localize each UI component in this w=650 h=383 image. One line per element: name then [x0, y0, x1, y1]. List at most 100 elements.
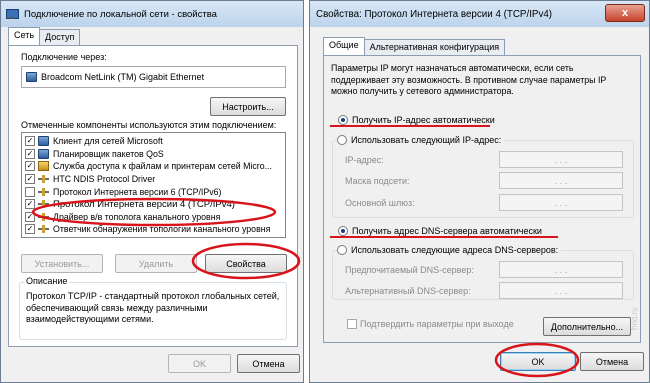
ip-address-input[interactable]: . . .: [499, 151, 623, 168]
alternate-dns-label: Альтернативный DNS-сервер:: [345, 286, 471, 296]
component-row[interactable]: ✓ Служба доступа к файлам и принтерам се…: [22, 160, 285, 173]
tab-network[interactable]: Сеть: [8, 27, 41, 45]
component-label: Планировщик пакетов QoS: [53, 148, 164, 159]
ipv4-properties-window: Свойства: Протокол Интернета версии 4 (T…: [309, 0, 650, 383]
validate-label: Подтвердить параметры при выходе: [360, 319, 514, 329]
dns-manual-label: Использовать следующие адреса DNS-сервер…: [351, 245, 559, 255]
description-group: Описание Протокол TCP/IP - стандартный п…: [19, 276, 287, 340]
component-checkbox[interactable]: [25, 186, 35, 197]
component-row[interactable]: ✓ Клиент для сетей Microsoft: [22, 135, 285, 148]
ip-auto-radio[interactable]: Получить IP-адрес автоматически: [338, 115, 495, 125]
components-label: Отмеченные компоненты используются этим …: [21, 120, 277, 130]
component-label: Протокол Интернета версии 4 (TCP/IPv4): [53, 198, 235, 210]
adapter-field: Broadcom NetLink (TM) Gigabit Ethernet: [21, 66, 286, 88]
tab-sharing[interactable]: Доступ: [39, 29, 81, 45]
lan-properties-titlebar[interactable]: Подключение по локальной сети - свойства: [1, 1, 303, 27]
validate-checkbox[interactable]: [347, 319, 357, 329]
ip-manual-label: Использовать следующий IP-адрес:: [351, 135, 502, 145]
validate-checkbox-row[interactable]: Подтвердить параметры при выходе: [347, 319, 514, 329]
component-checkbox[interactable]: ✓: [25, 224, 35, 235]
tab-general[interactable]: Общие: [323, 37, 365, 55]
radio-selected-icon: [338, 226, 348, 236]
lan-tabs: Сеть Доступ: [8, 27, 81, 45]
component-checkbox[interactable]: ✓: [25, 148, 35, 159]
network-client-icon: [38, 136, 49, 147]
component-row[interactable]: Протокол Интернета версии 6 (TCP/IPv6): [22, 185, 285, 198]
component-label: Протокол Интернета версии 6 (TCP/IPv6): [53, 186, 222, 197]
protocol-icon: [38, 212, 49, 222]
protocol-icon: [38, 187, 49, 197]
component-row[interactable]: ✓ Планировщик пакетов QoS: [22, 148, 285, 161]
dns-manual-radio[interactable]: Использовать следующие адреса DNS-сервер…: [337, 245, 562, 255]
component-label: HTC NDIS Protocol Driver: [53, 174, 156, 185]
component-row-ipv4[interactable]: ✓ Протокол Интернета версии 4 (TCP/IPv4): [22, 198, 285, 211]
dns-auto-label: Получить адрес DNS-сервера автоматически: [352, 226, 542, 236]
subnet-label: Маска подсети:: [345, 176, 410, 186]
lan-properties-window: Подключение по локальной сети - свойства…: [0, 0, 304, 383]
manual-ip-group: Использовать следующий IP-адрес: IP-адре…: [332, 135, 634, 218]
cancel-button[interactable]: Отмена: [237, 354, 300, 373]
lan-properties-title: Подключение по локальной сети - свойства: [24, 8, 217, 20]
component-label: Драйвер в/в тополога канального уровня: [53, 211, 221, 222]
cancel-button[interactable]: Отмена: [580, 352, 644, 371]
radio-unselected-icon: [337, 135, 347, 145]
ipv4-tabs: Общие Альтернативная конфигурация: [323, 37, 506, 55]
description-title: Описание: [24, 276, 70, 286]
preferred-dns-label: Предпочитаемый DNS-сервер:: [345, 265, 474, 275]
ip-address-label: IP-адрес:: [345, 155, 384, 165]
description-text: Протокол TCP/IP - стандартный протокол г…: [26, 291, 280, 324]
close-icon[interactable]: x: [605, 4, 645, 22]
preferred-dns-input[interactable]: . . .: [499, 261, 623, 278]
gateway-label: Основной шлюз:: [345, 198, 415, 208]
component-label: Клиент для сетей Microsoft: [53, 136, 163, 147]
component-row[interactable]: ✓ HTC NDIS Protocol Driver: [22, 173, 285, 186]
radio-unselected-icon: [337, 245, 347, 255]
adapter-name: Broadcom NetLink (TM) Gigabit Ethernet: [41, 72, 205, 82]
watermark-text: hnd.ru: [630, 307, 639, 330]
manual-dns-group: Использовать следующие адреса DNS-сервер…: [332, 245, 634, 300]
gateway-input[interactable]: . . .: [499, 194, 623, 211]
tab-alternate-config[interactable]: Альтернативная конфигурация: [363, 39, 506, 55]
ok-button[interactable]: OK: [168, 354, 231, 373]
connect-through-label: Подключение через:: [21, 52, 107, 62]
component-label: Ответчик обнаружения топологии канальног…: [53, 224, 271, 235]
ip-manual-radio[interactable]: Использовать следующий IP-адрес:: [337, 135, 505, 145]
protocol-icon: [38, 199, 49, 209]
component-checkbox[interactable]: ✓: [25, 161, 35, 172]
ok-button[interactable]: OK: [500, 352, 576, 371]
subnet-dots: . . .: [554, 175, 568, 186]
component-label: Служба доступа к файлам и принтерам сете…: [53, 161, 272, 172]
network-card-icon: [26, 72, 37, 82]
component-checkbox[interactable]: ✓: [25, 136, 35, 147]
component-checkbox[interactable]: ✓: [25, 174, 35, 185]
intro-text: Параметры IP могут назначаться автоматич…: [331, 63, 607, 96]
properties-button[interactable]: Свойства: [205, 254, 287, 273]
advanced-button[interactable]: Дополнительно...: [543, 317, 631, 336]
component-checkbox[interactable]: ✓: [25, 211, 35, 222]
protocol-icon: [38, 174, 49, 184]
radio-selected-icon: [338, 115, 348, 125]
ipv4-title: Свойства: Протокол Интернета версии 4 (T…: [316, 8, 553, 20]
annotation-underline-ip-auto: [330, 125, 490, 127]
lan-network-panel: Подключение через: Broadcom NetLink (TM)…: [8, 45, 298, 347]
annotation-underline-dns-auto: [330, 236, 558, 238]
ipv4-titlebar[interactable]: Свойства: Протокол Интернета версии 4 (T…: [310, 1, 649, 27]
ip-auto-label: Получить IP-адрес автоматически: [352, 115, 495, 125]
network-client-icon: [38, 148, 49, 159]
alternate-dns-input[interactable]: . . .: [499, 282, 623, 299]
component-row[interactable]: ✓ Драйвер в/в тополога канального уровня: [22, 211, 285, 224]
components-list: ✓ Клиент для сетей Microsoft ✓ Планировщ…: [21, 132, 286, 238]
file-sharing-icon: [38, 161, 49, 172]
alternate-dns-dots: . . .: [554, 285, 568, 296]
ip-address-dots: . . .: [554, 154, 568, 165]
remove-button[interactable]: Удалить: [115, 254, 197, 273]
network-adapter-icon: [5, 8, 19, 20]
component-row[interactable]: ✓ Ответчик обнаружения топологии канальн…: [22, 223, 285, 236]
configure-button[interactable]: Настроить...: [210, 97, 286, 116]
component-checkbox[interactable]: ✓: [25, 199, 35, 210]
subnet-input[interactable]: . . .: [499, 172, 623, 189]
ipv4-general-panel: Параметры IP могут назначаться автоматич…: [323, 55, 641, 343]
gateway-dots: . . .: [554, 197, 568, 208]
dns-auto-radio[interactable]: Получить адрес DNS-сервера автоматически: [338, 226, 542, 236]
install-button[interactable]: Установить...: [21, 254, 103, 273]
